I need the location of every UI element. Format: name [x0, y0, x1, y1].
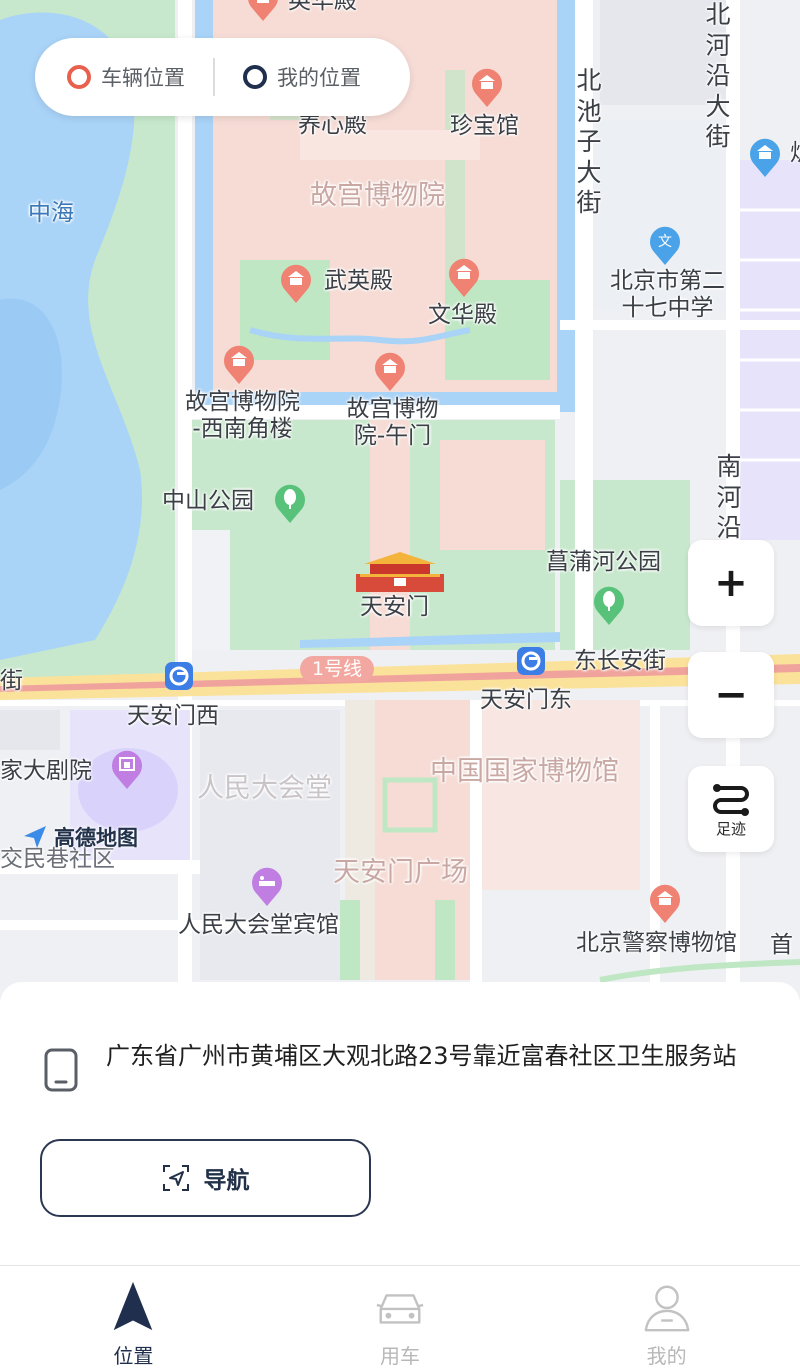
- label-tiananmen-east: 天安门东: [480, 687, 572, 713]
- museum-pin-icon[interactable]: [373, 350, 407, 392]
- label-great-hall: 人民大会堂: [197, 773, 332, 804]
- label-southwest-corner: 故宫博物院 -西南角楼: [185, 389, 300, 443]
- label-dongchangan: 东长安街: [574, 648, 666, 674]
- tab-mine[interactable]: 我的: [533, 1266, 800, 1369]
- vehicle-dot-icon: [67, 65, 91, 89]
- map-brand-text: 高德地图: [54, 826, 138, 850]
- label-tiananmen: 天安门: [360, 594, 429, 620]
- metro-line-badge: 1号线: [300, 656, 374, 682]
- museum-pin-icon[interactable]: [279, 262, 313, 304]
- tiananmen-landmark-icon[interactable]: [356, 550, 444, 592]
- label-police-museum: 北京警察博物馆: [576, 930, 737, 956]
- metro-station-icon[interactable]: [164, 661, 194, 691]
- museum-pin-icon[interactable]: [246, 0, 280, 22]
- zoom-in-button[interactable]: +: [688, 540, 774, 626]
- label-yangxin: 养心殿: [298, 112, 367, 138]
- label-beiheyan: 北河沿大街: [705, 0, 731, 151]
- navigation-arrow-icon: [24, 826, 46, 848]
- label-qianqing: 英华殿: [288, 0, 357, 14]
- label-zhonghai: 中海: [28, 200, 74, 226]
- label-edge-right: 炉: [790, 140, 800, 167]
- track-button[interactable]: 足迹: [688, 766, 774, 852]
- vehicle-info-sheet: [0, 982, 800, 1266]
- svg-text:文: 文: [658, 234, 672, 250]
- museum-pin-icon[interactable]: [470, 66, 504, 108]
- legend-my-location[interactable]: 我的位置: [243, 62, 361, 92]
- label-tiananmen-west: 天安门西: [127, 703, 219, 729]
- label-square: 天安门广场: [333, 857, 468, 888]
- track-label: 足迹: [715, 819, 746, 838]
- label-great-hall-hotel: 人民大会堂宾馆: [178, 912, 339, 938]
- tab-location[interactable]: 位置: [0, 1266, 267, 1369]
- legend-divider: [213, 58, 215, 96]
- hotel-pin-icon[interactable]: [250, 865, 284, 907]
- metro-station-icon[interactable]: [516, 646, 546, 676]
- location-arrow-icon: [114, 1281, 153, 1331]
- label-zhongshan: 中山公园: [162, 488, 254, 514]
- tab-location-label: 位置: [113, 1344, 154, 1368]
- tab-car-label: 用车: [380, 1344, 420, 1368]
- bottom-tab-bar: 位置 用车 我的: [0, 1265, 800, 1369]
- museum-pin-icon[interactable]: [222, 343, 256, 385]
- label-zhenbao: 珍宝馆: [450, 113, 519, 139]
- label-jie: 街: [0, 668, 23, 694]
- minus-icon: −: [714, 672, 748, 718]
- park-pin-icon[interactable]: [592, 584, 626, 626]
- label-shou: 首: [770, 932, 793, 958]
- building-pin-icon[interactable]: [748, 136, 782, 178]
- device-icon: [44, 1048, 78, 1092]
- label-gugong: 故宫博物院: [310, 180, 445, 211]
- tab-car[interactable]: 用车: [267, 1266, 534, 1369]
- label-theater: 家大剧院: [0, 758, 92, 784]
- museum-pin-icon[interactable]: [447, 256, 481, 298]
- label-nanheyan: 南河沿: [716, 452, 742, 542]
- label-school: 北京市第二 十七中学: [610, 268, 725, 322]
- plus-icon: +: [714, 560, 748, 606]
- label-wenhua: 文华殿: [428, 302, 497, 328]
- museum-pin-icon[interactable]: [648, 882, 682, 924]
- map-view[interactable]: 英华殿 养心殿 珍宝馆 故宫博物院 武英殿 文华殿 故宫博物院 -西南角楼 故宫博…: [0, 0, 800, 1000]
- label-changpu: 菖蒲河公园: [546, 549, 661, 575]
- user-icon: [644, 1285, 690, 1332]
- label-museum: 中国国家博物馆: [430, 756, 619, 787]
- vehicle-address-text: 广东省广州市黄埔区大观北路23号靠近富春社区卫生服务站: [106, 1042, 737, 1070]
- label-wumen: 故宫博物 院-午门: [346, 396, 439, 450]
- map-brand-logo: 高德地图: [22, 822, 138, 852]
- park-pin-icon[interactable]: [273, 482, 307, 524]
- label-beichizi: 北池子大街: [576, 66, 602, 217]
- theater-pin-icon[interactable]: [110, 748, 144, 790]
- car-icon: [376, 1294, 424, 1324]
- legend-mine-label: 我的位置: [277, 66, 361, 90]
- school-pin-icon[interactable]: 文: [648, 224, 682, 266]
- navigate-button[interactable]: 导航: [40, 1139, 371, 1217]
- my-location-dot-icon: [243, 65, 267, 89]
- navigation-icon: [162, 1165, 189, 1191]
- zoom-out-button[interactable]: −: [688, 652, 774, 738]
- route-track-icon: [713, 783, 749, 816]
- navigate-button-label: 导航: [203, 1168, 250, 1194]
- vehicle-address-row: 广东省广州市黄埔区大观北路23号靠近富春社区卫生服务站: [44, 1040, 764, 1092]
- label-wuying: 武英殿: [324, 268, 393, 294]
- tab-mine-label: 我的: [646, 1344, 687, 1368]
- location-legend: 车辆位置 我的位置: [35, 38, 410, 116]
- legend-vehicle-label: 车辆位置: [101, 66, 185, 90]
- legend-vehicle-location[interactable]: 车辆位置: [67, 62, 185, 92]
